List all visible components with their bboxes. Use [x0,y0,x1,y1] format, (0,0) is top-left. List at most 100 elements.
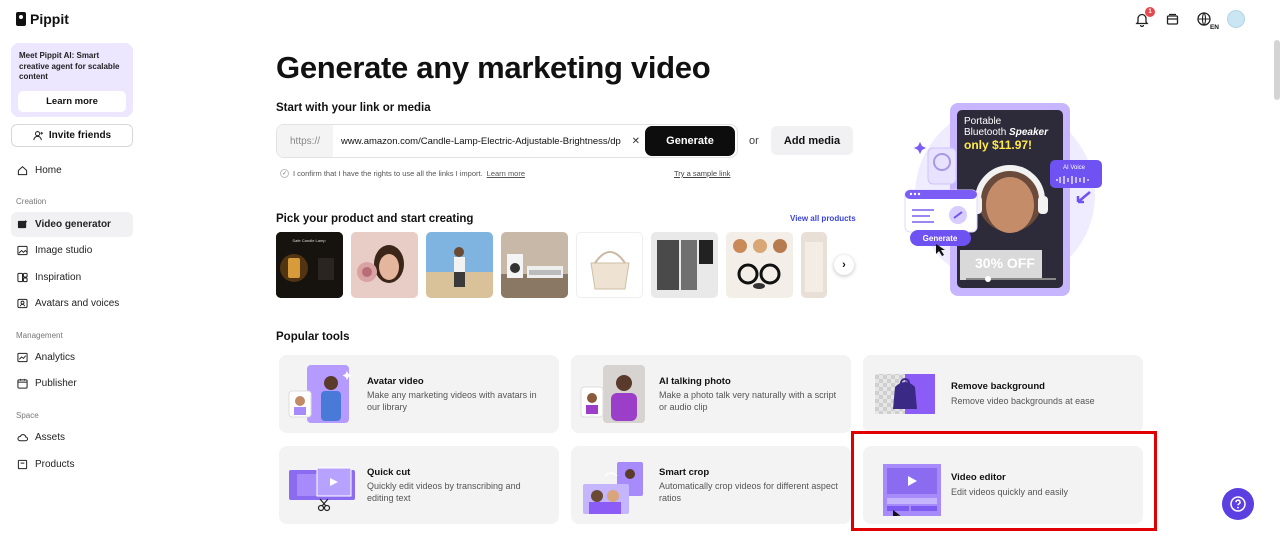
tool-ai-talking-photo[interactable]: AI talking photo Make a photo talk very … [571,355,851,433]
tool-avatar-video[interactable]: Avatar video Make any marketing videos w… [279,355,559,433]
sidebar-item-image-studio[interactable]: Image studio [11,238,133,263]
analytics-icon [17,352,28,363]
product-box-icon [17,459,28,470]
tool-quick-cut[interactable]: Quick cut Quickly edit videos by transcr… [279,446,559,524]
sidebar-item-label: Analytics [35,352,76,363]
product-thumb-fabric[interactable] [801,232,827,298]
product-thumb-glasses[interactable] [726,232,793,298]
tool-remove-background[interactable]: Remove background Remove video backgroun… [863,355,1143,433]
cloud-icon [17,432,28,443]
view-all-products-link[interactable]: View all products [790,214,856,223]
highlight-box [851,431,1157,531]
sidebar-item-avatars[interactable]: Avatars and voices [11,291,133,316]
wallet-icon [1166,13,1178,25]
image-studio-icon [17,245,28,256]
tool-description: Automatically crop videos for different … [659,481,838,503]
hero-line-1: Portable [964,116,1002,127]
tool-description: Make a photo talk very naturally with a … [659,390,837,412]
promo-text: Meet Pippit AI: Smart creative agent for… [19,51,120,81]
learn-more-button[interactable]: Learn more [18,91,126,112]
sidebar-item-assets[interactable]: Assets [11,425,133,450]
sidebar-item-products[interactable]: Products [11,452,133,477]
clear-url-icon[interactable]: ✕ [627,136,645,147]
url-input[interactable]: www.amazon.com/Candle-Lamp-Electric-Adju… [333,136,627,147]
sidebar-item-label: Publisher [35,378,77,389]
app-logo[interactable]: Pippit [16,11,69,27]
invite-friends-label: Invite friends [48,130,112,141]
calendar-icon [17,378,28,389]
product-thumb-candle-lamp[interactable]: Safe Candle Lamp [276,232,343,298]
page-title: Generate any marketing video [276,50,711,85]
carousel-next-button[interactable]: › [834,255,854,275]
section-space: Space [16,411,39,420]
confirm-checkbox[interactable]: ✓ [280,169,289,178]
product-thumb-speakers[interactable] [501,232,568,298]
scrollbar[interactable] [1274,40,1280,100]
subscription-button[interactable] [1163,10,1181,28]
tool-smart-crop[interactable]: Smart crop Automatically crop videos for… [571,446,851,524]
tool-description: Quickly edit videos by transcribing and … [367,481,521,503]
sidebar-item-label: Home [35,165,62,176]
sidebar-item-label: Video generator [35,219,111,230]
sidebar: Pippit Meet Pippit AI: Smart creative ag… [0,0,145,539]
hero-discount: 30% OFF [975,255,1035,271]
hero-line-2b: Speaker [1009,127,1049,138]
product-thumb-tablet-case[interactable] [651,232,718,298]
pippit-logo-icon [16,12,26,26]
tool-name: Avatar video [367,376,424,387]
chevron-right-icon: › [842,259,846,271]
confirm-text: I confirm that I have the rights to use … [293,169,483,178]
remove-background-thumbnail [871,363,941,425]
notification-badge: 1 [1145,7,1155,17]
sidebar-item-label: Products [35,459,75,470]
add-media-button[interactable]: Add media [771,126,853,155]
sidebar-item-video-generator[interactable]: Video generator [11,212,133,237]
hero-ai-voice: AI Voice [1063,165,1086,171]
rights-confirmation: ✓ I confirm that I have the rights to us… [280,169,525,178]
language-code: EN [1209,24,1219,31]
user-avatar[interactable] [1227,10,1245,28]
sidebar-item-home[interactable]: Home [11,158,133,183]
help-button[interactable] [1222,488,1254,520]
product-thumb-cosmetics[interactable] [351,232,418,298]
help-icon [1230,496,1246,512]
product-thumb-handbag[interactable] [576,232,643,298]
invite-friends-button[interactable]: Invite friends [11,124,133,147]
talking-photo-thumbnail [579,363,649,425]
avatar-voice-icon [17,298,28,309]
promo-card: Meet Pippit AI: Smart creative agent for… [11,43,133,117]
learn-more-link[interactable]: Learn more [487,169,525,178]
hero-generate: Generate [923,234,958,243]
tool-name: Remove background [951,381,1045,392]
svg-text:Bluetooth Speaker: Bluetooth Speaker [964,127,1049,138]
product-thumb-beach-man[interactable] [426,232,493,298]
sidebar-item-inspiration[interactable]: Inspiration [11,265,133,290]
hero-illustration: Portable Bluetooth Speaker only $11.97! … [900,100,1110,300]
video-generator-icon [17,219,28,230]
url-input-group: https:// www.amazon.com/Candle-Lamp-Elec… [276,124,738,158]
product-carousel: Safe Candle Lamp [276,232,827,298]
tool-name: Quick cut [367,467,411,478]
sidebar-item-publisher[interactable]: Publisher [11,371,133,396]
sidebar-item-label: Inspiration [35,272,82,283]
link-section-title: Start with your link or media [276,102,431,114]
user-plus-icon [33,130,44,141]
tool-description: Remove video backgrounds at ease [951,396,1095,406]
avatar-video-thumbnail [287,363,357,425]
notifications-button[interactable]: 1 [1133,7,1155,28]
tool-name: AI talking photo [659,376,731,387]
try-sample-link[interactable]: Try a sample link [674,169,730,178]
pick-product-title: Pick your product and start creating [276,213,474,225]
or-separator: or [749,135,759,147]
language-button[interactable]: EN [1193,10,1219,31]
tool-description: Make any marketing videos with avatars i… [367,390,537,412]
section-management: Management [16,331,63,340]
smart-crop-thumbnail [579,454,649,516]
app-name: Pippit [30,11,69,27]
product-caption: Safe Candle Lamp [292,238,326,243]
sidebar-item-label: Image studio [35,245,93,256]
generate-button[interactable]: Generate [645,126,735,156]
sidebar-item-label: Avatars and voices [35,298,120,309]
url-prefix: https:// [277,125,333,157]
sidebar-item-analytics[interactable]: Analytics [11,345,133,370]
